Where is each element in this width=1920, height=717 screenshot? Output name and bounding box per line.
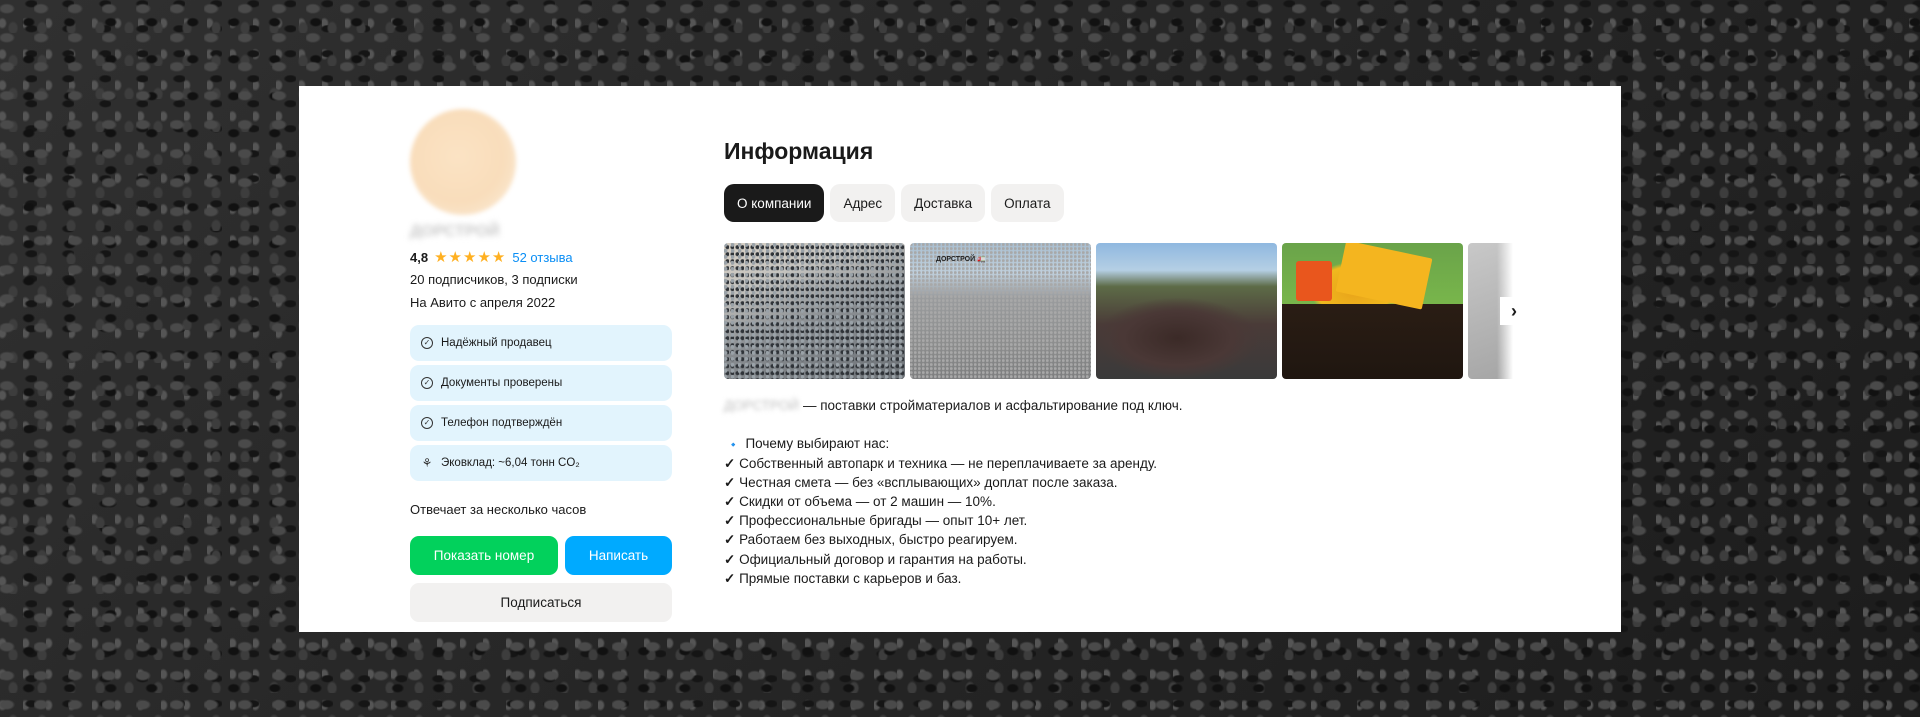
badge-documents-verified[interactable]: ✓ Документы проверены bbox=[410, 365, 672, 401]
list-item: ✓ Прямые поставки с карьеров и баз. bbox=[724, 569, 1524, 588]
star-icon: ★ bbox=[491, 248, 506, 266]
list-item: ✓ Собственный автопарк и техника — не пе… bbox=[724, 454, 1524, 473]
list-item-text: Работаем без выходных, быстро реагируем. bbox=[739, 532, 1018, 548]
check-circle-icon: ✓ bbox=[421, 377, 433, 389]
seller-card: ДОРСТРОЙ 4,8 ★ ★ ★ ★ ★ 52 отзыва 20 подп… bbox=[299, 86, 1621, 632]
badge-label: Эковклад: ~6,04 тонн CO₂ bbox=[441, 457, 580, 469]
list-item-text: Скидки от объема — от 2 машин — 10%. bbox=[739, 493, 996, 509]
write-message-button[interactable]: Написать bbox=[565, 536, 672, 575]
truck-bed bbox=[1335, 243, 1433, 310]
checkmark-icon: ✓ bbox=[724, 474, 736, 490]
badge-label: Документы проверены bbox=[441, 377, 563, 389]
gravel-pile-photo[interactable]: ДОРСТРОЙ 🚛 bbox=[910, 243, 1091, 379]
badge-eco-contribution[interactable]: ⚘ Эковклад: ~6,04 тонн CO₂ bbox=[410, 445, 672, 481]
badge-phone-verified[interactable]: ✓ Телефон подтверждён bbox=[410, 405, 672, 441]
company-description: ДОРСТРОЙ — поставки стройматериалов и асф… bbox=[724, 396, 1524, 588]
check-circle-icon: ✓ bbox=[421, 337, 433, 349]
photo-watermark: ДОРСТРОЙ 🚛 bbox=[936, 256, 986, 263]
avatar[interactable] bbox=[410, 109, 516, 215]
why-us-title: Почему выбирают нас: bbox=[745, 436, 890, 452]
dump-truck-photo[interactable] bbox=[1282, 243, 1463, 379]
checkmark-icon: ✓ bbox=[724, 513, 736, 529]
star-icon: ★ bbox=[477, 248, 491, 266]
intro-text: — поставки стройматериалов и асфальтиров… bbox=[802, 398, 1183, 413]
truck-cab bbox=[1296, 261, 1332, 301]
checkmark-icon: ✓ bbox=[724, 570, 736, 586]
seller-sidebar: ДОРСТРОЙ 4,8 ★ ★ ★ ★ ★ 52 отзыва 20 подп… bbox=[410, 109, 672, 622]
checkmark-icon: ✓ bbox=[724, 532, 736, 548]
gravel-photo[interactable] bbox=[724, 243, 905, 379]
tab-payment[interactable]: Оплата bbox=[991, 184, 1064, 222]
followers-count: 20 подписчиков, 3 подписки bbox=[410, 272, 578, 287]
blue-diamond-icon: 🔹 bbox=[727, 440, 740, 452]
badge-label: Надёжный продавец bbox=[441, 337, 552, 349]
reviews-link[interactable]: 52 отзыва bbox=[512, 250, 572, 265]
contact-buttons: Показать номер Написать bbox=[410, 536, 672, 575]
list-item-text: Собственный автопарк и техника — не пере… bbox=[739, 455, 1158, 471]
tab-about-company[interactable]: О компании bbox=[724, 184, 825, 222]
star-icon: ★ bbox=[434, 248, 448, 266]
star-icon: ★ bbox=[462, 248, 477, 266]
list-item: ✓ Официальный договор и гарантия на рабо… bbox=[724, 550, 1524, 569]
list-item-text: Честная смета — без «всплывающих» доплат… bbox=[739, 474, 1118, 490]
show-phone-button[interactable]: Показать номер bbox=[410, 536, 558, 575]
chevron-right-icon[interactable]: › bbox=[1500, 297, 1528, 325]
list-item: ✓ Профессиональные бригады — опыт 10+ ле… bbox=[724, 511, 1524, 530]
checkmark-icon: ✓ bbox=[724, 455, 736, 471]
tab-address[interactable]: Адрес bbox=[830, 184, 896, 222]
gallery-track[interactable]: ДОРСТРОЙ 🚛 bbox=[724, 243, 1513, 379]
checkmark-icon: ✓ bbox=[724, 551, 736, 567]
list-item: ✓ Скидки от объема — от 2 машин — 10%. bbox=[724, 492, 1524, 511]
shop-name[interactable]: ДОРСТРОЙ bbox=[410, 223, 514, 245]
info-tabs: О компании Адрес Доставка Оплата bbox=[724, 184, 1524, 222]
tab-delivery[interactable]: Доставка bbox=[901, 184, 986, 222]
intro-line: ДОРСТРОЙ — поставки стройматериалов и асф… bbox=[724, 396, 1524, 415]
badge-reliable-seller[interactable]: ✓ Надёжный продавец bbox=[410, 325, 672, 361]
seller-badges: ✓ Надёжный продавец ✓ Документы проверен… bbox=[410, 325, 672, 481]
list-item: ✓ Работаем без выходных, быстро реагируе… bbox=[724, 530, 1524, 549]
rating-row: 4,8 ★ ★ ★ ★ ★ 52 отзыва bbox=[410, 247, 672, 267]
list-item-text: Прямые поставки с карьеров и баз. bbox=[739, 570, 962, 586]
checkmark-icon: ✓ bbox=[724, 493, 736, 509]
response-time: Отвечает за несколько часов bbox=[410, 502, 587, 517]
why-us-heading: 🔹 Почему выбирают нас: bbox=[724, 434, 1524, 453]
list-item: ✓ Честная смета — без «всплывающих» допл… bbox=[724, 473, 1524, 492]
photo-gallery: ДОРСТРОЙ 🚛 › bbox=[724, 223, 1528, 399]
member-since: На Авито с апреля 2022 bbox=[410, 295, 556, 310]
rating-value: 4,8 bbox=[410, 249, 429, 265]
subscribe-button[interactable]: Подписаться bbox=[410, 583, 672, 622]
list-item-text: Официальный договор и гарантия на работы… bbox=[739, 551, 1027, 567]
info-section: Информация О компании Адрес Доставка Опл… bbox=[724, 136, 1528, 588]
company-name-blurred: ДОРСТРОЙ bbox=[724, 398, 799, 413]
rating-stars: ★ ★ ★ ★ ★ bbox=[434, 250, 505, 265]
star-icon: ★ bbox=[448, 248, 462, 266]
soil-pile-photo[interactable] bbox=[1096, 243, 1277, 379]
badge-label: Телефон подтверждён bbox=[441, 417, 563, 429]
check-circle-icon: ✓ bbox=[421, 417, 433, 429]
section-title: Информация bbox=[724, 138, 874, 164]
eco-trophy-icon: ⚘ bbox=[421, 456, 433, 470]
list-item-text: Профессиональные бригады — опыт 10+ лет. bbox=[739, 513, 1028, 529]
